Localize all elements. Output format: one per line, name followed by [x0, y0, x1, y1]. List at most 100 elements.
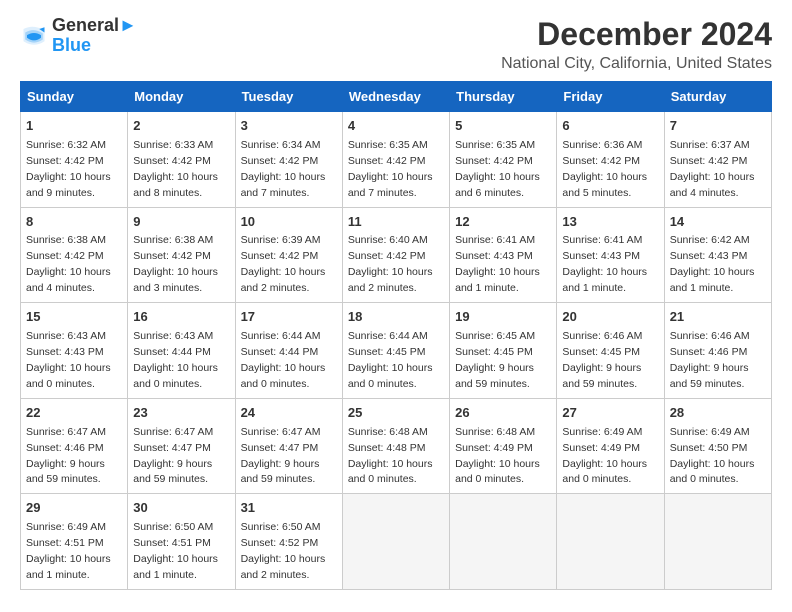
calendar-cell: 27 Sunrise: 6:49 AMSunset: 4:49 PMDayligh… [557, 398, 664, 494]
day-number: 10 [241, 213, 337, 232]
calendar-cell: 19 Sunrise: 6:45 AMSunset: 4:45 PMDayligh… [450, 303, 557, 399]
calendar-cell: 14 Sunrise: 6:42 AMSunset: 4:43 PMDayligh… [664, 207, 771, 303]
day-info: Sunrise: 6:44 AMSunset: 4:44 PMDaylight:… [241, 330, 326, 390]
day-number: 16 [133, 308, 229, 327]
day-info: Sunrise: 6:40 AMSunset: 4:42 PMDaylight:… [348, 234, 433, 294]
calendar-week-1: 1 Sunrise: 6:32 AMSunset: 4:42 PMDaylight… [21, 112, 772, 208]
header-monday: Monday [128, 82, 235, 112]
day-info: Sunrise: 6:49 AMSunset: 4:50 PMDaylight:… [670, 426, 755, 486]
calendar-cell: 31 Sunrise: 6:50 AMSunset: 4:52 PMDayligh… [235, 494, 342, 590]
day-number: 15 [26, 308, 122, 327]
header-saturday: Saturday [664, 82, 771, 112]
day-info: Sunrise: 6:43 AMSunset: 4:43 PMDaylight:… [26, 330, 111, 390]
calendar-cell: 17 Sunrise: 6:44 AMSunset: 4:44 PMDayligh… [235, 303, 342, 399]
day-number: 2 [133, 117, 229, 136]
calendar-cell [557, 494, 664, 590]
day-info: Sunrise: 6:49 AMSunset: 4:49 PMDaylight:… [562, 426, 647, 486]
calendar-cell: 24Sunrise: 6:47 AMSunset: 4:47 PMDayligh… [235, 398, 342, 494]
day-number: 13 [562, 213, 658, 232]
header-sunday: Sunday [21, 82, 128, 112]
header-tuesday: Tuesday [235, 82, 342, 112]
calendar-cell: 3 Sunrise: 6:34 AMSunset: 4:42 PMDaylight… [235, 112, 342, 208]
header-friday: Friday [557, 82, 664, 112]
day-info: Sunrise: 6:50 AMSunset: 4:51 PMDaylight:… [133, 521, 218, 581]
day-info: Sunrise: 6:47 AMSunset: 4:46 PMDaylight:… [26, 426, 106, 486]
day-info: Sunrise: 6:43 AMSunset: 4:44 PMDaylight:… [133, 330, 218, 390]
calendar-cell: 12 Sunrise: 6:41 AMSunset: 4:43 PMDayligh… [450, 207, 557, 303]
day-number: 9 [133, 213, 229, 232]
calendar-week-2: 8 Sunrise: 6:38 AMSunset: 4:42 PMDaylight… [21, 207, 772, 303]
day-number: 11 [348, 213, 444, 232]
day-number: 25 [348, 404, 444, 423]
calendar-cell: 22 Sunrise: 6:47 AMSunset: 4:46 PMDayligh… [21, 398, 128, 494]
day-number: 24 [241, 404, 337, 423]
calendar-header-row: SundayMondayTuesdayWednesdayThursdayFrid… [21, 82, 772, 112]
day-info: Sunrise: 6:37 AMSunset: 4:42 PMDaylight:… [670, 139, 755, 199]
calendar-week-3: 15 Sunrise: 6:43 AMSunset: 4:43 PMDayligh… [21, 303, 772, 399]
day-number: 8 [26, 213, 122, 232]
day-number: 19 [455, 308, 551, 327]
day-number: 27 [562, 404, 658, 423]
calendar-week-5: 29 Sunrise: 6:49 AMSunset: 4:51 PMDayligh… [21, 494, 772, 590]
day-number: 14 [670, 213, 766, 232]
day-number: 1 [26, 117, 122, 136]
page-header: General► Blue December 2024 National Cit… [20, 16, 772, 73]
calendar-cell: 29 Sunrise: 6:49 AMSunset: 4:51 PMDayligh… [21, 494, 128, 590]
day-number: 29 [26, 499, 122, 518]
day-number: 28 [670, 404, 766, 423]
logo-text: General► Blue [52, 16, 137, 56]
day-number: 23 [133, 404, 229, 423]
day-number: 21 [670, 308, 766, 327]
calendar-cell: 4Sunrise: 6:35 AMSunset: 4:42 PMDaylight… [342, 112, 449, 208]
day-number: 22 [26, 404, 122, 423]
day-number: 5 [455, 117, 551, 136]
day-info: Sunrise: 6:34 AMSunset: 4:42 PMDaylight:… [241, 139, 326, 199]
calendar-cell: 2 Sunrise: 6:33 AMSunset: 4:42 PMDaylight… [128, 112, 235, 208]
day-number: 12 [455, 213, 551, 232]
day-number: 31 [241, 499, 337, 518]
day-info: Sunrise: 6:32 AMSunset: 4:42 PMDaylight:… [26, 139, 111, 199]
day-number: 17 [241, 308, 337, 327]
logo: General► Blue [20, 16, 137, 56]
calendar-week-4: 22 Sunrise: 6:47 AMSunset: 4:46 PMDayligh… [21, 398, 772, 494]
day-info: Sunrise: 6:47 AMSunset: 4:47 PMDaylight:… [133, 426, 213, 486]
header-thursday: Thursday [450, 82, 557, 112]
day-info: Sunrise: 6:46 AMSunset: 4:45 PMDaylight:… [562, 330, 642, 390]
day-info: Sunrise: 6:35 AMSunset: 4:42 PMDaylight:… [348, 139, 433, 199]
day-info: Sunrise: 6:50 AMSunset: 4:52 PMDaylight:… [241, 521, 326, 581]
day-info: Sunrise: 6:44 AMSunset: 4:45 PMDaylight:… [348, 330, 433, 390]
calendar-cell: 16 Sunrise: 6:43 AMSunset: 4:44 PMDayligh… [128, 303, 235, 399]
calendar-cell: 8Sunrise: 6:38 AMSunset: 4:42 PMDaylight… [21, 207, 128, 303]
day-info: Sunrise: 6:33 AMSunset: 4:42 PMDaylight:… [133, 139, 218, 199]
day-number: 26 [455, 404, 551, 423]
day-number: 3 [241, 117, 337, 136]
day-info: Sunrise: 6:45 AMSunset: 4:45 PMDaylight:… [455, 330, 535, 390]
calendar-cell: 23 Sunrise: 6:47 AMSunset: 4:47 PMDayligh… [128, 398, 235, 494]
day-info: Sunrise: 6:42 AMSunset: 4:43 PMDaylight:… [670, 234, 755, 294]
logo-icon [20, 22, 48, 50]
calendar-cell: 5 Sunrise: 6:35 AMSunset: 4:42 PMDaylight… [450, 112, 557, 208]
calendar-cell: 7 Sunrise: 6:37 AMSunset: 4:42 PMDaylight… [664, 112, 771, 208]
calendar-cell: 26Sunrise: 6:48 AMSunset: 4:49 PMDayligh… [450, 398, 557, 494]
location-title: National City, California, United States [501, 55, 772, 73]
day-info: Sunrise: 6:38 AMSunset: 4:42 PMDaylight:… [133, 234, 218, 294]
day-info: Sunrise: 6:49 AMSunset: 4:51 PMDaylight:… [26, 521, 111, 581]
calendar-cell: 9 Sunrise: 6:38 AMSunset: 4:42 PMDaylight… [128, 207, 235, 303]
calendar-cell [664, 494, 771, 590]
calendar-cell: 15 Sunrise: 6:43 AMSunset: 4:43 PMDayligh… [21, 303, 128, 399]
day-info: Sunrise: 6:48 AMSunset: 4:48 PMDaylight:… [348, 426, 433, 486]
calendar-cell: 10 Sunrise: 6:39 AMSunset: 4:42 PMDayligh… [235, 207, 342, 303]
calendar-cell: 13 Sunrise: 6:41 AMSunset: 4:43 PMDayligh… [557, 207, 664, 303]
day-info: Sunrise: 6:36 AMSunset: 4:42 PMDaylight:… [562, 139, 647, 199]
day-info: Sunrise: 6:41 AMSunset: 4:43 PMDaylight:… [562, 234, 647, 294]
day-number: 30 [133, 499, 229, 518]
calendar-cell: 11 Sunrise: 6:40 AMSunset: 4:42 PMDayligh… [342, 207, 449, 303]
day-info: Sunrise: 6:39 AMSunset: 4:42 PMDaylight:… [241, 234, 326, 294]
day-number: 7 [670, 117, 766, 136]
header-wednesday: Wednesday [342, 82, 449, 112]
day-info: Sunrise: 6:41 AMSunset: 4:43 PMDaylight:… [455, 234, 540, 294]
calendar-cell: 6Sunrise: 6:36 AMSunset: 4:42 PMDaylight… [557, 112, 664, 208]
calendar-cell: 25 Sunrise: 6:48 AMSunset: 4:48 PMDayligh… [342, 398, 449, 494]
day-info: Sunrise: 6:35 AMSunset: 4:42 PMDaylight:… [455, 139, 540, 199]
calendar-cell [342, 494, 449, 590]
